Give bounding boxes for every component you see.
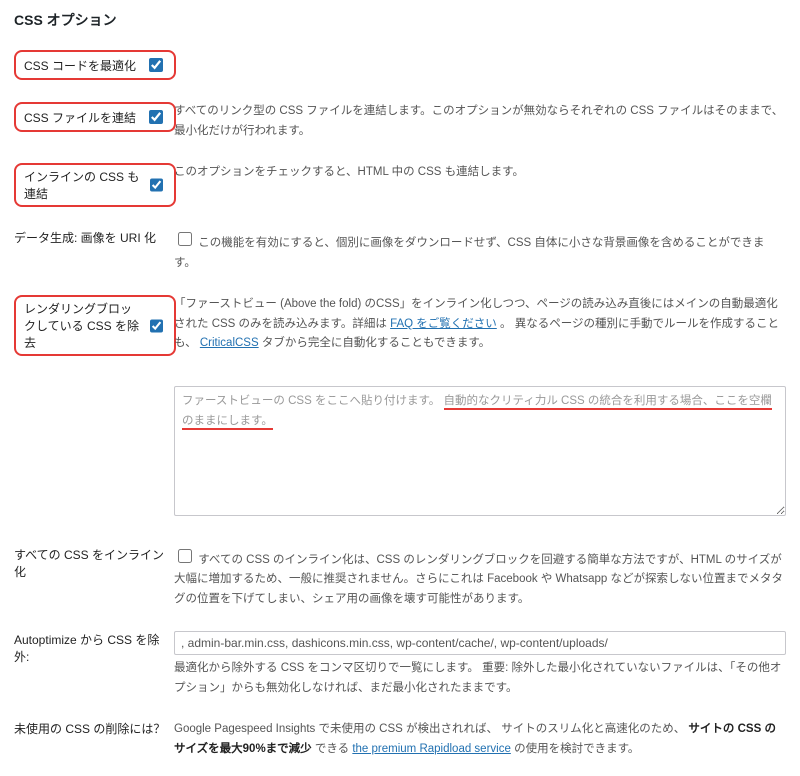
render-block-label: レンダリングブロックしている CSS を除去 xyxy=(24,300,140,351)
concat-files-desc: すべてのリンク型の CSS ファイルを連結します。このオプションが無効ならそれぞ… xyxy=(174,102,786,141)
unused-desc-post: できる xyxy=(315,743,352,755)
optimize-css-row[interactable]: CSS コードを最適化 xyxy=(14,50,176,80)
unused-label: 未使用の CSS の削除には？ xyxy=(14,720,174,737)
unused-desc-tail: の使用を検討できます。 xyxy=(514,743,639,755)
render-block-row[interactable]: レンダリングブロックしている CSS を除去 xyxy=(14,295,176,356)
rapidload-link[interactable]: the premium Rapidload service xyxy=(352,743,511,755)
unused-desc: Google Pagespeed Insights で未使用の CSS が検出さ… xyxy=(174,720,786,759)
all-inline-label: すべての CSS をインライン化 xyxy=(14,546,174,580)
critical-css-link[interactable]: CriticalCSS xyxy=(200,337,259,349)
data-uri-checkbox[interactable] xyxy=(178,232,192,246)
concat-files-label: CSS ファイルを連結 xyxy=(24,109,136,126)
unused-desc-pre: Google Pagespeed Insights で未使用の CSS が検出さ… xyxy=(174,723,685,735)
optimize-css-checkbox[interactable] xyxy=(149,58,163,72)
concat-files-row[interactable]: CSS ファイルを連結 xyxy=(14,102,176,132)
exclude-desc: 最適化から除外する CSS をコンマ区切りで一覧にします。 重要: 除外した最小… xyxy=(174,659,786,698)
all-inline-desc: すべての CSS のインライン化は、CSS のレンダリングブロックを回避する簡単… xyxy=(174,554,783,605)
inline-concat-desc: このオプションをチェックすると、HTML 中の CSS も連結します。 xyxy=(174,163,786,183)
inline-concat-checkbox[interactable] xyxy=(150,178,163,192)
section-title: CSS オプション xyxy=(14,10,786,30)
render-block-desc: 「ファーストビュー (Above the fold) のCSS」をインライン化し… xyxy=(174,295,786,354)
data-uri-label: データ生成: 画像を URI 化 xyxy=(14,229,174,246)
all-inline-checkbox[interactable] xyxy=(178,549,192,563)
critical-css-textarea[interactable] xyxy=(174,386,786,516)
inline-concat-label: インラインの CSS も連結 xyxy=(24,168,140,202)
data-uri-desc: この機能を有効にすると、個別に画像をダウンロードせず、CSS 自体に小さな背景画… xyxy=(174,237,764,269)
optimize-css-label: CSS コードを最適化 xyxy=(24,57,136,74)
inline-concat-row[interactable]: インラインの CSS も連結 xyxy=(14,163,176,207)
faq-link[interactable]: FAQ をご覧ください xyxy=(390,318,497,330)
render-block-desc-tail: タブから完全に自動化することもできます。 xyxy=(262,337,490,349)
concat-files-checkbox[interactable] xyxy=(149,110,163,124)
render-block-checkbox[interactable] xyxy=(150,319,163,333)
exclude-input[interactable] xyxy=(174,631,786,655)
exclude-label: Autoptimize から CSS を除外: xyxy=(14,631,174,665)
